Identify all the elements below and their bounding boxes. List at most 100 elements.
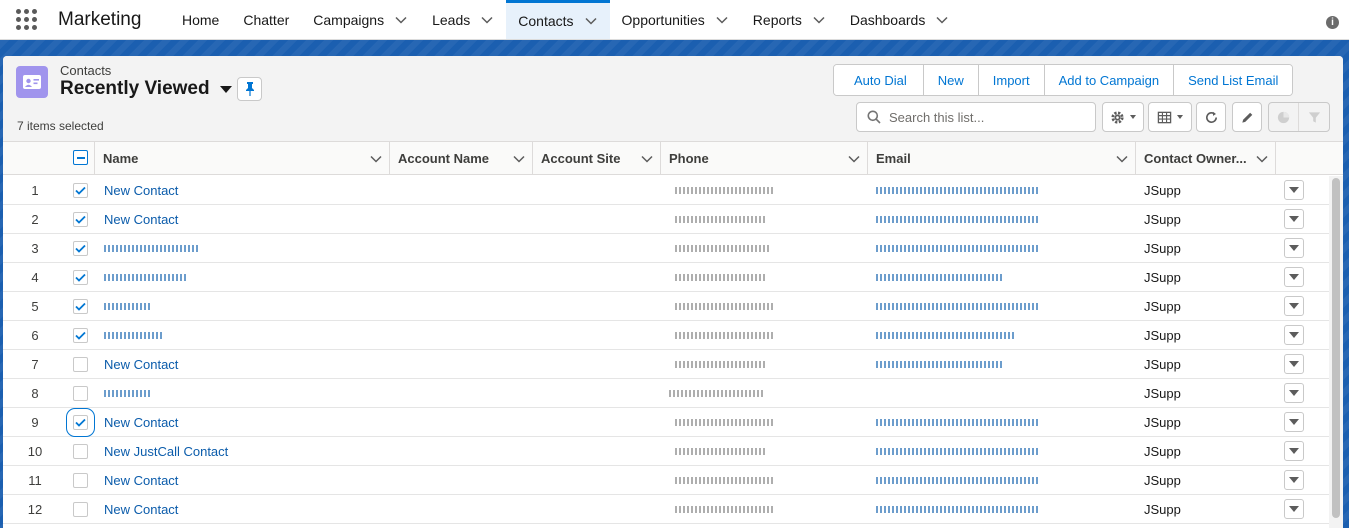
row-select-checkbox[interactable] <box>73 444 88 459</box>
row-action-button[interactable] <box>1284 296 1304 316</box>
info-icon[interactable]: i <box>1326 16 1339 29</box>
column-header-email[interactable]: Email <box>868 142 1136 175</box>
refresh-button[interactable] <box>1196 102 1226 132</box>
send-list-email-button[interactable]: Send List Email <box>1173 65 1293 95</box>
chevron-down-icon[interactable] <box>1115 152 1129 166</box>
column-header-account-name[interactable]: Account Name <box>390 142 533 175</box>
display-as-button[interactable] <box>1148 102 1192 132</box>
table-row[interactable]: 5 JSupp <box>3 292 1329 321</box>
nav-tab-opportunities[interactable]: Opportunities <box>610 0 741 39</box>
phone-value[interactable] <box>675 419 775 426</box>
row-select-checkbox[interactable] <box>73 473 88 488</box>
chevron-down-icon[interactable] <box>369 152 383 166</box>
contact-name-link[interactable]: New Contact <box>104 466 178 495</box>
table-row[interactable]: 2 New Contact JSupp <box>3 205 1329 234</box>
row-select-checkbox[interactable] <box>73 270 88 285</box>
chevron-down-icon[interactable] <box>935 13 949 27</box>
table-row[interactable]: 7 New Contact JSupp <box>3 350 1329 379</box>
email-link[interactable] <box>876 448 1040 455</box>
pin-list-button[interactable] <box>237 77 262 101</box>
app-launcher-button[interactable] <box>0 0 52 39</box>
scrollbar-thumb[interactable] <box>1332 178 1340 518</box>
phone-value[interactable] <box>675 332 775 339</box>
phone-value[interactable] <box>675 477 775 484</box>
column-header-account-site[interactable]: Account Site <box>533 142 661 175</box>
column-header-name[interactable]: Name <box>95 142 390 175</box>
phone-value[interactable] <box>669 390 765 397</box>
add-to-campaign-button[interactable]: Add to Campaign <box>1043 65 1174 95</box>
table-row[interactable]: 1 New Contact JSupp <box>3 176 1329 205</box>
contact-name-link[interactable]: New Contact <box>104 350 178 379</box>
row-select-checkbox[interactable] <box>73 502 88 517</box>
table-row[interactable]: 10 New JustCall Contact JSupp <box>3 437 1329 466</box>
row-action-button[interactable] <box>1284 180 1304 200</box>
row-select-checkbox[interactable] <box>73 357 88 372</box>
chevron-down-icon[interactable] <box>512 152 526 166</box>
phone-value[interactable] <box>675 303 775 310</box>
row-select-checkbox[interactable] <box>66 408 95 437</box>
row-action-button[interactable] <box>1284 267 1304 287</box>
contact-name-link[interactable] <box>104 332 162 339</box>
phone-value[interactable] <box>675 245 771 252</box>
select-all-checkbox[interactable] <box>73 150 88 165</box>
phone-value[interactable] <box>675 274 767 281</box>
email-link[interactable] <box>876 187 1040 194</box>
table-row[interactable]: 9 New Contact JSupp <box>3 408 1329 437</box>
phone-value[interactable] <box>675 216 767 223</box>
list-settings-button[interactable] <box>1102 102 1144 132</box>
search-input[interactable] <box>889 109 1089 125</box>
phone-value[interactable] <box>675 506 773 513</box>
row-action-button[interactable] <box>1284 470 1304 490</box>
phone-value[interactable] <box>675 187 775 194</box>
email-link[interactable] <box>876 274 1004 281</box>
table-row[interactable]: 3 JSupp <box>3 234 1329 263</box>
row-action-button[interactable] <box>1284 383 1304 403</box>
table-row[interactable]: 12 New Contact JSupp <box>3 495 1329 524</box>
nav-tab-contacts[interactable]: Contacts <box>506 0 610 39</box>
contact-name-link[interactable]: New Contact <box>104 205 178 234</box>
email-link[interactable] <box>876 419 1040 426</box>
contact-name-link[interactable]: New Contact <box>104 176 178 205</box>
nav-tab-reports[interactable]: Reports <box>741 0 838 39</box>
email-link[interactable] <box>876 361 1004 368</box>
column-header-phone[interactable]: Phone <box>661 142 868 175</box>
email-link[interactable] <box>876 245 1040 252</box>
row-action-button[interactable] <box>1284 412 1304 432</box>
import-button[interactable]: Import <box>977 65 1044 95</box>
search-box[interactable] <box>856 102 1096 132</box>
contact-name-link[interactable]: New JustCall Contact <box>104 437 228 466</box>
show-charts-button[interactable] <box>1269 103 1299 131</box>
auto-dial-button[interactable]: Auto Dial <box>834 65 923 95</box>
table-row[interactable]: 8 JSupp <box>3 379 1329 408</box>
contact-name-link[interactable] <box>104 303 152 310</box>
phone-value[interactable] <box>675 448 767 455</box>
row-select-checkbox[interactable] <box>73 183 88 198</box>
row-select-checkbox[interactable] <box>73 241 88 256</box>
nav-tab-chatter[interactable]: Chatter <box>231 0 301 39</box>
row-action-button[interactable] <box>1284 499 1304 519</box>
row-action-button[interactable] <box>1284 325 1304 345</box>
table-row[interactable]: 4 JSupp <box>3 263 1329 292</box>
row-action-button[interactable] <box>1284 354 1304 374</box>
email-link[interactable] <box>876 303 1040 310</box>
email-link[interactable] <box>876 216 1040 223</box>
nav-tab-dashboards[interactable]: Dashboards <box>838 0 962 39</box>
row-select-checkbox[interactable] <box>73 299 88 314</box>
list-view-switcher[interactable]: Recently Viewed <box>60 78 232 100</box>
contact-name-link[interactable] <box>104 245 200 252</box>
table-row[interactable]: 11 New Contact JSupp <box>3 466 1329 495</box>
filters-button[interactable] <box>1299 103 1329 131</box>
row-select-checkbox[interactable] <box>73 328 88 343</box>
email-link[interactable] <box>876 477 1040 484</box>
row-action-button[interactable] <box>1284 441 1304 461</box>
phone-value[interactable] <box>675 361 767 368</box>
chevron-down-icon[interactable] <box>480 13 494 27</box>
chevron-down-icon[interactable] <box>812 13 826 27</box>
column-header-contact-owner[interactable]: Contact Owner... <box>1136 142 1276 175</box>
chevron-down-icon[interactable] <box>584 14 598 28</box>
nav-tab-campaigns[interactable]: Campaigns <box>301 0 420 39</box>
nav-tab-home[interactable]: Home <box>170 0 231 39</box>
row-select-checkbox[interactable] <box>73 386 88 401</box>
email-link[interactable] <box>876 506 1040 513</box>
row-action-button[interactable] <box>1284 209 1304 229</box>
